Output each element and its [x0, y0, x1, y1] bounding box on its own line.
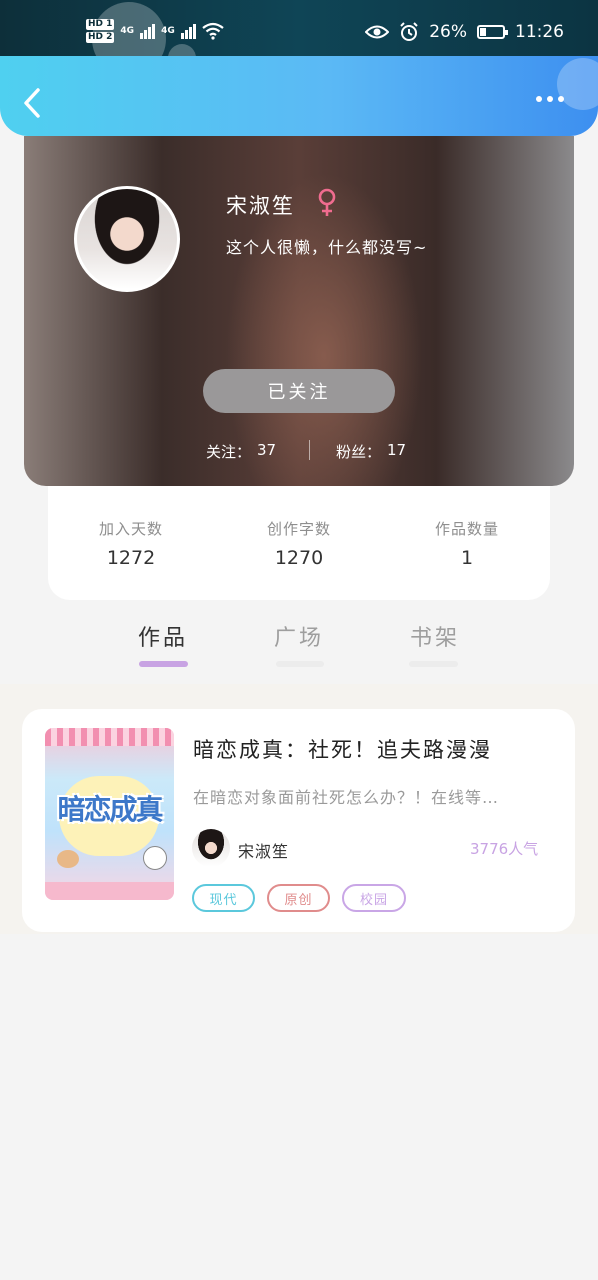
following-count: 37: [257, 441, 277, 459]
stat-works-count: 作品数量 1: [397, 518, 537, 569]
profile-banner: [24, 136, 574, 486]
network-type-1: 4G: [120, 26, 135, 36]
tag-original[interactable]: 原创: [267, 884, 330, 912]
app-header: [0, 56, 598, 136]
signal-group: HD 1 HD 2 4G 4G: [86, 14, 224, 48]
author-avatar: [192, 829, 230, 867]
more-dots-icon[interactable]: [536, 96, 564, 102]
profile-name: 宋淑笙: [226, 194, 295, 218]
tab-square-indicator: [276, 661, 324, 667]
wifi-icon: [202, 22, 224, 40]
tab-bookshelf[interactable]: 书架: [410, 620, 460, 652]
tab-square[interactable]: 广场: [274, 620, 324, 652]
work-title[interactable]: 暗恋成真：社死！追夫路漫漫: [193, 734, 492, 764]
cover-character: [143, 846, 167, 870]
signal-icon: [140, 23, 156, 39]
tag-campus[interactable]: 校园: [342, 884, 406, 912]
followed-button[interactable]: 已关注: [203, 369, 395, 413]
avatar[interactable]: [74, 186, 180, 292]
battery-percent: 26%: [429, 22, 467, 42]
tab-works-indicator: [139, 661, 188, 667]
tab-bookshelf-indicator: [409, 661, 458, 667]
stat-label: 创作字数: [266, 520, 331, 538]
status-bar: HD 1 HD 2 4G 4G 26% 11:26: [0, 0, 598, 76]
stat-value: 1270: [274, 547, 324, 569]
battery-icon: [477, 25, 508, 39]
chevron-left-icon[interactable]: [20, 86, 46, 120]
stat-label: 作品数量: [434, 520, 499, 538]
divider: [309, 440, 310, 460]
work-popularity: 3776人气: [470, 840, 539, 858]
stat-join-days: 加入天数 1272: [61, 518, 201, 569]
alarm-icon: [400, 22, 418, 41]
work-description: 在暗恋对象面前社死怎么办？！在线等…: [193, 788, 500, 807]
stat-value: 1272: [106, 547, 156, 569]
tab-works[interactable]: 作品: [138, 620, 188, 652]
stats-card: 加入天数 1272 创作字数 1270 作品数量 1: [48, 486, 550, 600]
fans-stat[interactable]: 粉丝： 17: [336, 441, 406, 462]
eye-icon: [365, 25, 390, 39]
cover-footer: [45, 882, 174, 900]
clock: 11:26: [515, 22, 564, 42]
hd1-badge: HD 1: [86, 19, 115, 30]
status-right: 26% 11:26: [365, 18, 564, 46]
profile-bio: 这个人很懒，什么都没写~: [226, 238, 428, 257]
following-label: 关注：: [206, 443, 252, 461]
network-type-2: 4G: [161, 26, 175, 36]
female-icon: [318, 188, 336, 216]
cover-character: [57, 850, 79, 868]
hd2-badge: HD 2: [86, 32, 115, 43]
stat-value: 1: [460, 547, 474, 569]
work-author: 宋淑笙: [238, 842, 290, 861]
cover-pattern: [45, 728, 174, 746]
fans-label: 粉丝：: [336, 443, 382, 461]
decor-bubble: [557, 58, 598, 110]
stat-word-count: 创作字数 1270: [229, 518, 369, 569]
cover-title: 暗恋成真: [57, 793, 163, 826]
book-cover[interactable]: 暗恋成真: [45, 728, 174, 900]
stat-label: 加入天数: [98, 520, 163, 538]
following-stat[interactable]: 关注： 37: [206, 441, 276, 462]
signal-icon: [180, 23, 196, 39]
fans-count: 17: [387, 441, 407, 459]
tag-modern[interactable]: 现代: [192, 884, 255, 912]
